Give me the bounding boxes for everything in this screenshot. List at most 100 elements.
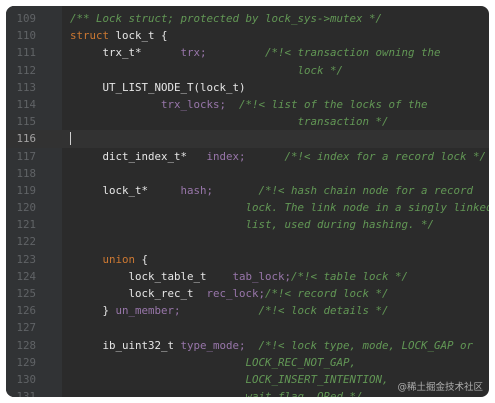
code-text: dict_index_t* index; /*!< index for a re…	[70, 148, 487, 165]
line-number: 115	[16, 115, 36, 129]
code-line[interactable]: 126 } un_member; /*!< lock details */	[6, 302, 489, 319]
code-text: ib_uint32_t type_mode; /*!< lock type, m…	[70, 337, 474, 354]
code-token: lock. The link node in a singly linked	[70, 201, 490, 215]
code-token: hash;	[180, 183, 214, 197]
code-text: lock_table_t tab_lock;/*!< table lock */	[70, 268, 409, 285]
code-token: struct	[70, 29, 116, 43]
code-line[interactable]: 113 UT_LIST_NODE_T(lock_t)	[6, 79, 489, 96]
code-line[interactable]: 117 dict_index_t* index; /*!< index for …	[6, 148, 489, 165]
code-token: lock_rec_t	[70, 287, 207, 300]
code-token: /*!< lock type, mode, LOCK_GAP or	[258, 338, 474, 352]
code-line[interactable]: 109 /** Lock struct; protected by lock_sy…	[6, 10, 489, 27]
code-line[interactable]: 125 lock_rec_t rec_lock;/*!< record lock…	[6, 285, 489, 302]
code-token: /*!< list of the locks of the	[239, 97, 428, 111]
line-number: 120	[16, 201, 36, 215]
watermark: @稀土掘金技术社区	[397, 382, 483, 393]
code-token: /*!< record lock */	[265, 287, 389, 300]
code-token: type_mode;	[180, 338, 246, 352]
code-text: lock. The link node in a singly linked	[70, 199, 490, 216]
code-token: lock_t {	[115, 29, 168, 43]
code-line[interactable]: 129 LOCK_REC_NOT_GAP,	[6, 354, 489, 371]
code-text: /** Lock struct; protected by lock_sys->…	[70, 10, 382, 27]
code-text: lock_t* hash; /*!< hash chain node for a…	[70, 182, 474, 199]
line-number: 128	[16, 338, 36, 352]
code-text: struct lock_t {	[70, 27, 168, 44]
code-text: trx_locks; /*!< list of the locks of the	[70, 96, 428, 113]
code-line[interactable]: 119 lock_t* hash; /*!< hash chain node f…	[6, 182, 489, 199]
line-number: 127	[16, 321, 36, 335]
code-token: lock */	[70, 63, 344, 77]
code-token: /*!< hash chain node for a record	[258, 183, 474, 197]
code-line[interactable]: 123 union {	[6, 251, 489, 268]
code-token: {	[135, 252, 149, 266]
code-text: UT_LIST_NODE_T(lock_t)	[70, 79, 246, 96]
code-token: LOCK_REC_NOT_GAP,	[70, 355, 357, 369]
code-token: trx_t*	[70, 46, 181, 60]
code-editor[interactable]: 109 /** Lock struct; protected by lock_sy…	[6, 6, 489, 397]
line-number: 118	[16, 166, 36, 180]
code-token: union	[102, 252, 136, 266]
line-number: 123	[16, 252, 36, 266]
code-token: /*!< lock details */	[258, 304, 389, 318]
code-token: dict_index_t*	[70, 149, 207, 163]
line-number: 117	[16, 149, 36, 163]
code-token: UT_LIST_NODE_T(lock_t)	[70, 80, 246, 94]
screenshot-frame: 109 /** Lock struct; protected by lock_sy…	[0, 0, 495, 403]
code-token: transaction */	[70, 115, 389, 129]
code-text: LOCK_REC_NOT_GAP,	[70, 354, 357, 371]
code-token: LOCK_INSERT_INTENTION,	[70, 372, 389, 386]
code-line[interactable]: 122	[6, 233, 489, 250]
code-text: lock */	[70, 62, 344, 79]
code-text: wait flag, ORed */	[70, 388, 363, 397]
code-token: tab_lock;	[232, 269, 292, 283]
line-number: 131	[16, 390, 36, 397]
line-number: 126	[16, 304, 36, 318]
line-number: 119	[16, 183, 36, 197]
code-text: trx_t* trx; /*!< transaction owning the	[70, 44, 441, 61]
line-number: 109	[16, 12, 36, 25]
line-number: 129	[16, 355, 36, 369]
code-token: index;	[206, 149, 246, 163]
code-token: lock_table_t	[70, 269, 233, 283]
code-token: /*!< index for a record lock */	[284, 149, 487, 163]
code-token: list, used during hashing. */	[70, 218, 435, 232]
code-text: union {	[70, 251, 149, 268]
code-line[interactable]: 112 lock */	[6, 62, 489, 79]
line-number: 110	[16, 29, 36, 43]
code-token: }	[70, 304, 116, 318]
line-number: 125	[16, 287, 36, 300]
code-line[interactable]: 115 transaction */	[6, 113, 489, 130]
code-token: /** Lock struct; protected by lock_sys->…	[70, 12, 383, 25]
code-token: /*!< table lock */	[291, 269, 409, 283]
line-number: 130	[16, 372, 36, 386]
code-line[interactable]: 114 trx_locks; /*!< list of the locks of…	[6, 96, 489, 113]
code-area[interactable]: 109 /** Lock struct; protected by lock_sy…	[6, 10, 489, 397]
code-text: transaction */	[70, 113, 389, 130]
code-token: un_member;	[115, 304, 181, 318]
code-line[interactable]: 116	[6, 130, 489, 148]
code-line[interactable]: 124 lock_table_t tab_lock;/*!< table loc…	[6, 268, 489, 285]
code-token: ib_uint32_t	[70, 338, 181, 352]
code-line[interactable]: 110 struct lock_t {	[6, 27, 489, 44]
code-line[interactable]: 127	[6, 319, 489, 336]
code-token: lock_t*	[70, 183, 181, 197]
code-line[interactable]: 128 ib_uint32_t type_mode; /*!< lock typ…	[6, 337, 489, 354]
code-line[interactable]: 121 list, used during hashing. */	[6, 216, 489, 233]
code-token: /*!< transaction owning the	[265, 46, 441, 60]
code-line[interactable]: 120 lock. The link node in a singly link…	[6, 199, 489, 216]
code-line[interactable]: 111 trx_t* trx; /*!< transaction owning …	[6, 44, 489, 61]
code-text: lock_rec_t rec_lock;/*!< record lock */	[70, 285, 389, 302]
line-number: 116	[16, 132, 36, 146]
code-token: wait flag, ORed */	[70, 390, 363, 397]
code-line[interactable]: 118	[6, 165, 489, 182]
code-text: list, used during hashing. */	[70, 216, 435, 233]
line-number: 113	[16, 80, 36, 94]
